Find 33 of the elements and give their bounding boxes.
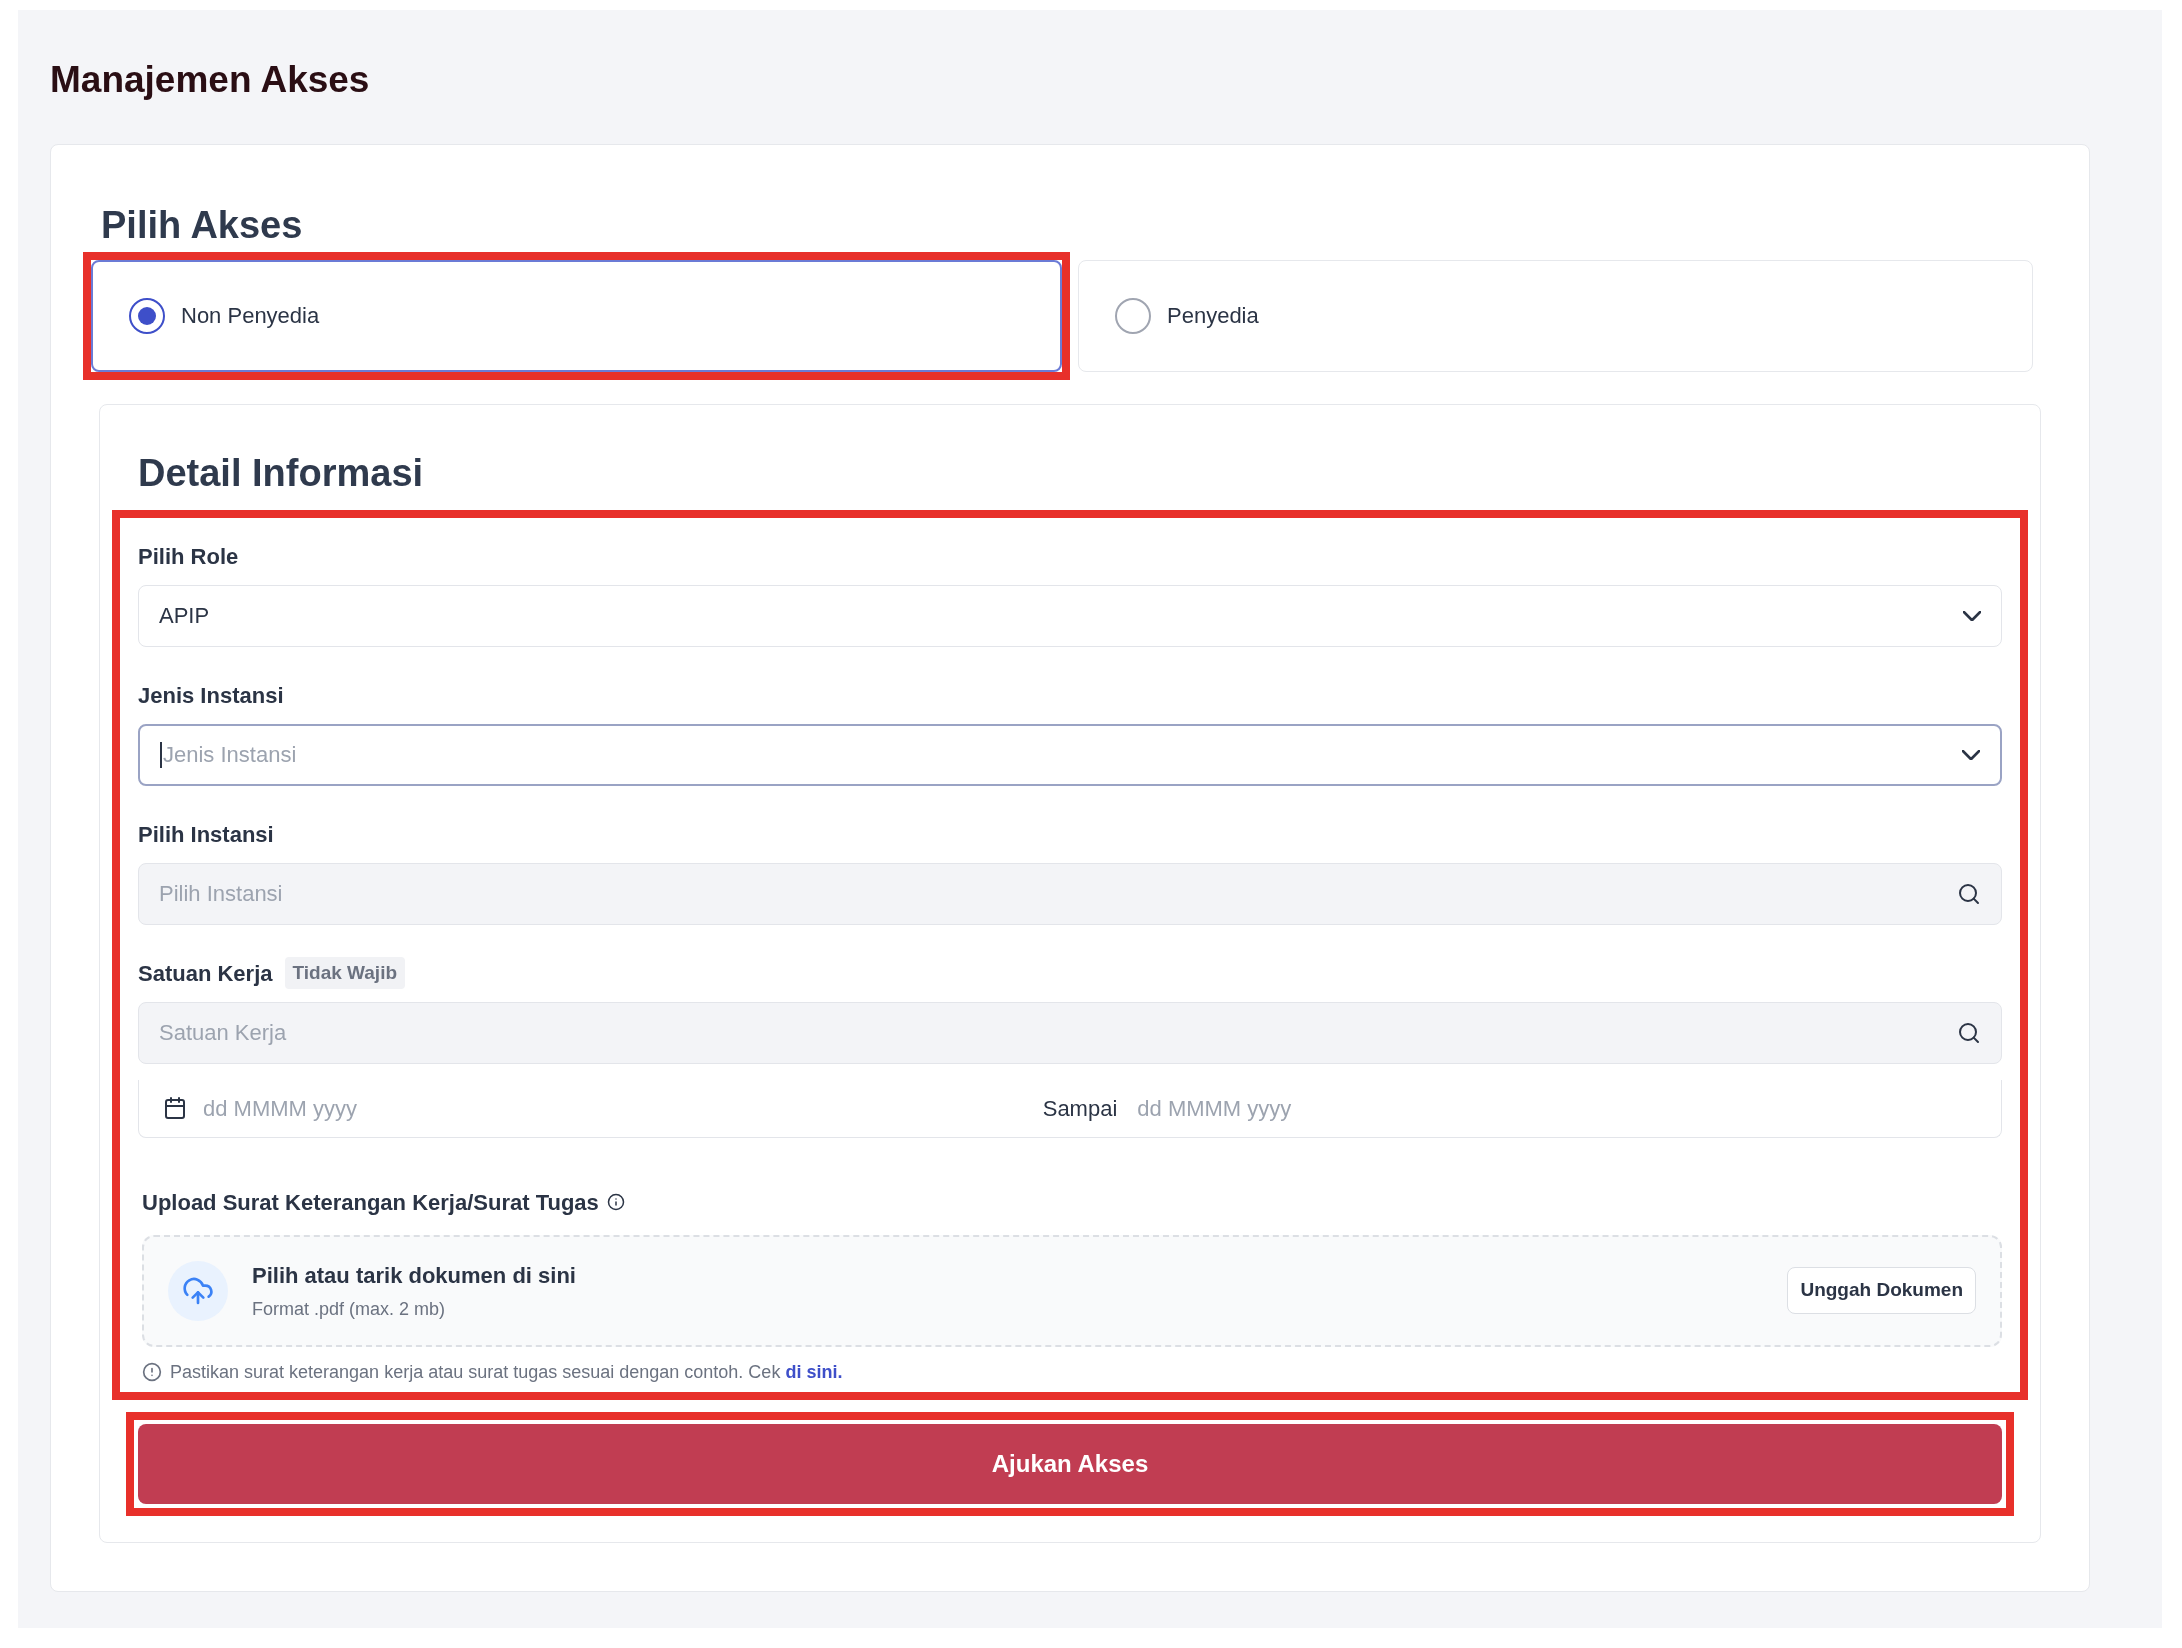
- start-date-placeholder: dd MMMM yyyy: [203, 1094, 358, 1123]
- submit-button[interactable]: Ajukan Akses: [138, 1423, 2002, 1504]
- field-label: Jenis Instansi: [138, 681, 284, 710]
- select-field[interactable]: APIP: [138, 584, 2002, 647]
- range-separator: Sampai: [1042, 1094, 1118, 1123]
- upload-hint: Format .pdf (max. 2 mb): [252, 1297, 447, 1321]
- search-icon: [1957, 881, 1981, 906]
- field-label: Pilih Role: [138, 542, 239, 571]
- calendar-icon: [163, 1096, 187, 1120]
- field-label: Pilih Instansi: [138, 820, 274, 849]
- field-label: Upload Surat Keterangan Kerja/Surat Tugas: [142, 1188, 599, 1217]
- field-label: Satuan Kerja: [138, 959, 273, 988]
- radio-icon: [1115, 297, 1151, 334]
- upload-title: Pilih atau tarik dokumen di sini: [252, 1261, 577, 1290]
- alert-icon: [142, 1362, 162, 1382]
- date-range-field[interactable]: dd MMMM yyyy Sampai dd MMMM yyyy: [138, 1079, 2002, 1138]
- note-text: Pastikan surat keterangan kerja atau surat tugas sesuai dengan contoh. Cek di sini.: [170, 1360, 843, 1384]
- info-icon: [606, 1193, 625, 1211]
- search-icon: [1957, 1020, 1981, 1045]
- chevron-down-icon: [1962, 749, 1980, 760]
- radio-option[interactable]: Non Penyedia: [91, 259, 1062, 372]
- optional-tag: Tidak Wajib: [284, 956, 406, 990]
- upload-button[interactable]: Unggah Dokumen: [1787, 1267, 1976, 1314]
- page-title: Manajemen Akses: [50, 58, 371, 102]
- section-title: Detail Informasi: [138, 450, 425, 496]
- upload-dropzone[interactable]: Pilih atau tarik dokumen di sini Format .pdf (max. 2 mb) Unggah Dokumen: [142, 1234, 2002, 1347]
- section-title: Pilih Akses: [101, 202, 304, 248]
- chevron-down-icon: [1963, 610, 1981, 621]
- text-caret: [160, 741, 162, 768]
- end-date-placeholder: dd MMMM yyyy: [1137, 1094, 1293, 1123]
- example-link[interactable]: di sini.: [785, 1361, 843, 1382]
- radio-icon: [129, 297, 165, 334]
- radio-option[interactable]: Penyedia: [1078, 259, 2033, 372]
